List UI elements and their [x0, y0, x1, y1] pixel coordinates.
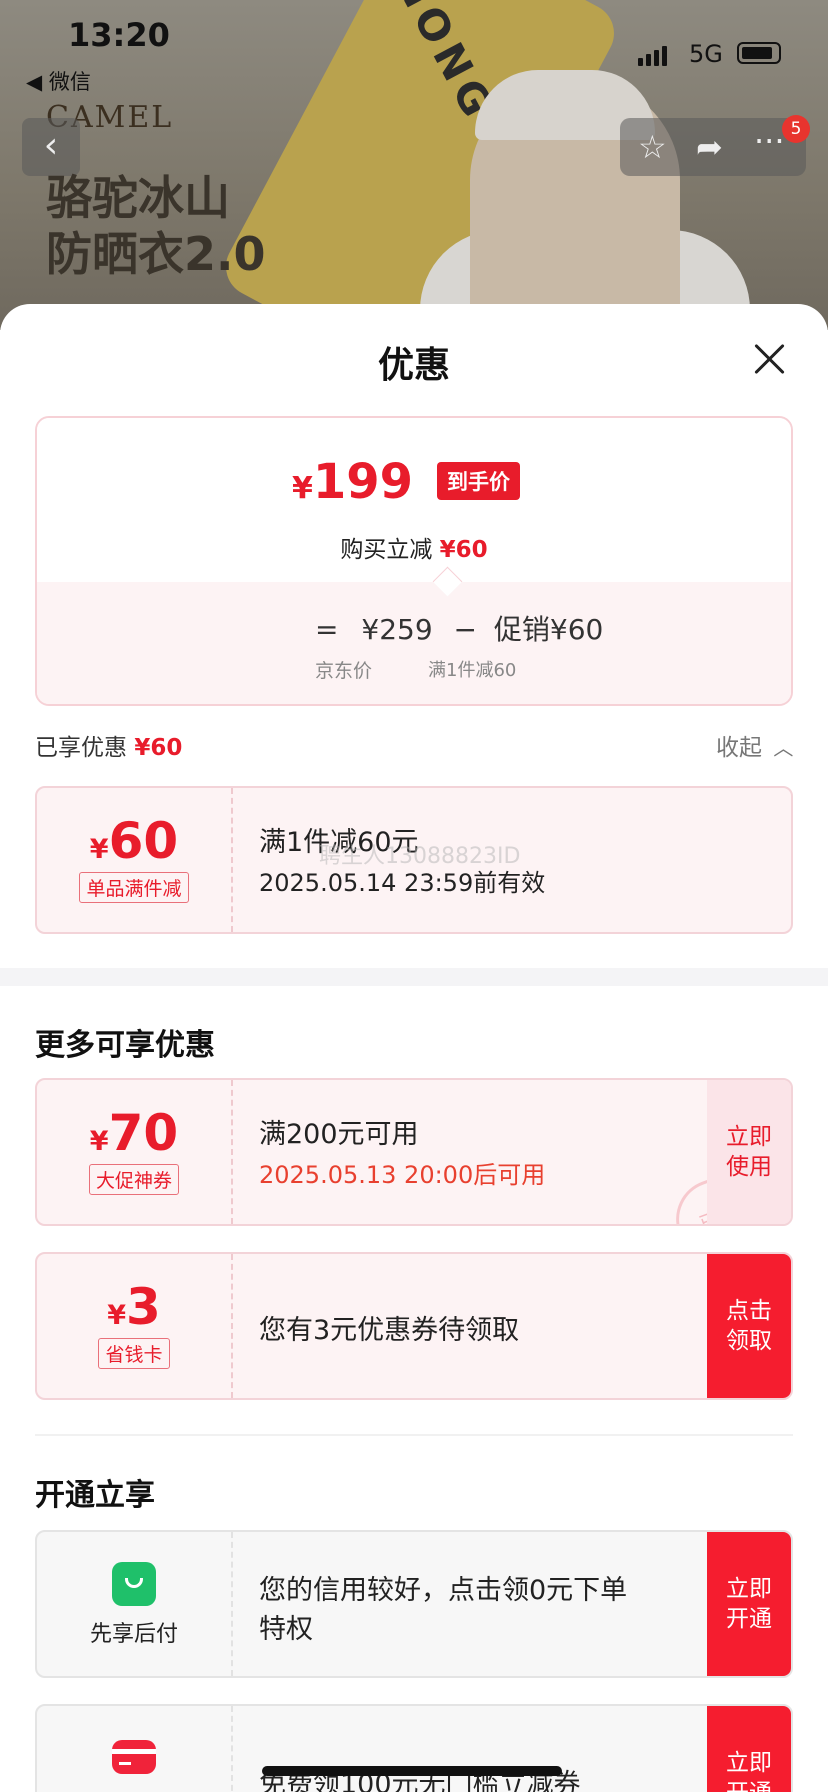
watermark-text: 聘生人13088823ID [319, 844, 521, 869]
final-price: ¥199 [292, 454, 413, 510]
formula-equals: = [315, 613, 339, 646]
coupon-type-tag: 单品满件减 [79, 872, 189, 903]
more-discounts-title: 更多可享优惠 [35, 1028, 215, 1063]
product-title-line1: 骆驼冰山 [46, 171, 230, 225]
status-back-to-wechat[interactable]: ◀ 微信 [26, 66, 91, 96]
coupon-condition: 满200元可用 [259, 1119, 419, 1150]
applied-coupon-card: ¥60 单品满件减 满1件减60元 2025.05.14 23:59前有效 聘生… [35, 786, 793, 934]
coupon-card-70: ¥70 大促神券 满200元可用 2025.05.13 20:00后可用 已领 … [35, 1078, 793, 1226]
nav-action-group: ☆ ➦ ··· [620, 118, 806, 176]
credit-card-icon [112, 1740, 156, 1774]
final-price-value: 199 [312, 454, 414, 510]
service-card-credit: 免费领100元无门槛立减券 立即开通 [35, 1704, 793, 1792]
coupon-amount: ¥70 [89, 1104, 179, 1162]
open-enjoy-title: 开通立享 [35, 1478, 155, 1513]
favorite-star-icon[interactable]: ☆ [638, 128, 667, 166]
share-icon[interactable]: ➦ [696, 128, 723, 166]
chevron-up-icon: ︿ [773, 736, 794, 760]
product-title: 骆驼冰山 防晒衣2.0 [46, 170, 266, 282]
enjoyed-discount: 已享优惠 ¥60 [35, 735, 183, 761]
product-title-line2: 防晒衣2.0 [46, 227, 266, 281]
service-description: 您的信用较好，点击领0元下单 [259, 1575, 628, 1606]
buy-reduce-text: 购买立减 ¥60 [340, 537, 488, 563]
claim-coupon-button[interactable]: 点击领取 [707, 1254, 791, 1398]
message-badge: 5 [782, 115, 810, 143]
use-now-button[interactable]: 立即使用 [707, 1080, 791, 1224]
formula-promo: 促销¥60 [493, 613, 604, 646]
coupon-type-tag: 省钱卡 [98, 1338, 170, 1369]
section-divider-line [35, 1434, 793, 1436]
enjoyed-amount: ¥60 [134, 735, 183, 761]
coupon-amount: ¥60 [89, 812, 179, 870]
service-description-line2: 特权 [259, 1614, 313, 1645]
activate-credit-button[interactable]: 立即开通 [707, 1706, 791, 1792]
close-icon[interactable] [752, 342, 786, 376]
signal-icon [638, 44, 668, 66]
activate-paylater-button[interactable]: 立即开通 [707, 1532, 791, 1676]
section-divider [0, 968, 828, 986]
price-formula: = ¥259 − 促销¥60 [315, 608, 603, 648]
currency-symbol: ¥ [292, 471, 313, 506]
home-indicator[interactable] [262, 1766, 562, 1776]
formula-minus: − [453, 613, 478, 646]
price-summary-card: ¥199 到手价 购买立减 ¥60 = ¥259 − 促销¥60 京东价 满1件… [35, 416, 793, 706]
buy-reduce-amount: ¥60 [439, 537, 488, 563]
sheet-title: 优惠 [377, 345, 450, 386]
formula-jd-price: ¥259 [361, 613, 433, 646]
formula-promo-label: 满1件减60 [428, 660, 517, 681]
formula-jd-label: 京东价 [315, 660, 373, 682]
service-name: 先享后付 [89, 1622, 178, 1647]
coupon-amount: ¥3 [107, 1278, 161, 1336]
network-type: 5G [689, 40, 723, 68]
collapse-button[interactable]: 收起 ︿ [716, 728, 793, 762]
coupon-validity: 2025.05.13 20:00后可用 [259, 1161, 546, 1189]
back-button[interactable]: ‹ [22, 118, 80, 176]
final-price-tag: 到手价 [437, 462, 520, 500]
status-time: 13:20 [68, 16, 170, 54]
service-card-paylater: 先享后付 您的信用较好，点击领0元下单 特权 立即开通 [35, 1530, 793, 1678]
battery-icon [737, 42, 781, 64]
coupon-type-tag: 大促神券 [88, 1164, 179, 1195]
coupon-description: 您有3元优惠券待领取 [259, 1315, 520, 1346]
more-icon[interactable]: ··· [754, 122, 785, 160]
coupon-card-3: ¥3 省钱卡 您有3元优惠券待领取 点击领取 [35, 1252, 793, 1400]
product-hero-image: XIONG MA 13:20 ◀ 微信 5G CAMEL ‹ ☆ ➦ ··· 5… [0, 0, 828, 330]
discount-sheet: 优惠 ¥199 到手价 购买立减 ¥60 = ¥259 − 促销¥60 京东价 … [0, 304, 828, 1792]
shopping-bag-icon [112, 1562, 156, 1606]
